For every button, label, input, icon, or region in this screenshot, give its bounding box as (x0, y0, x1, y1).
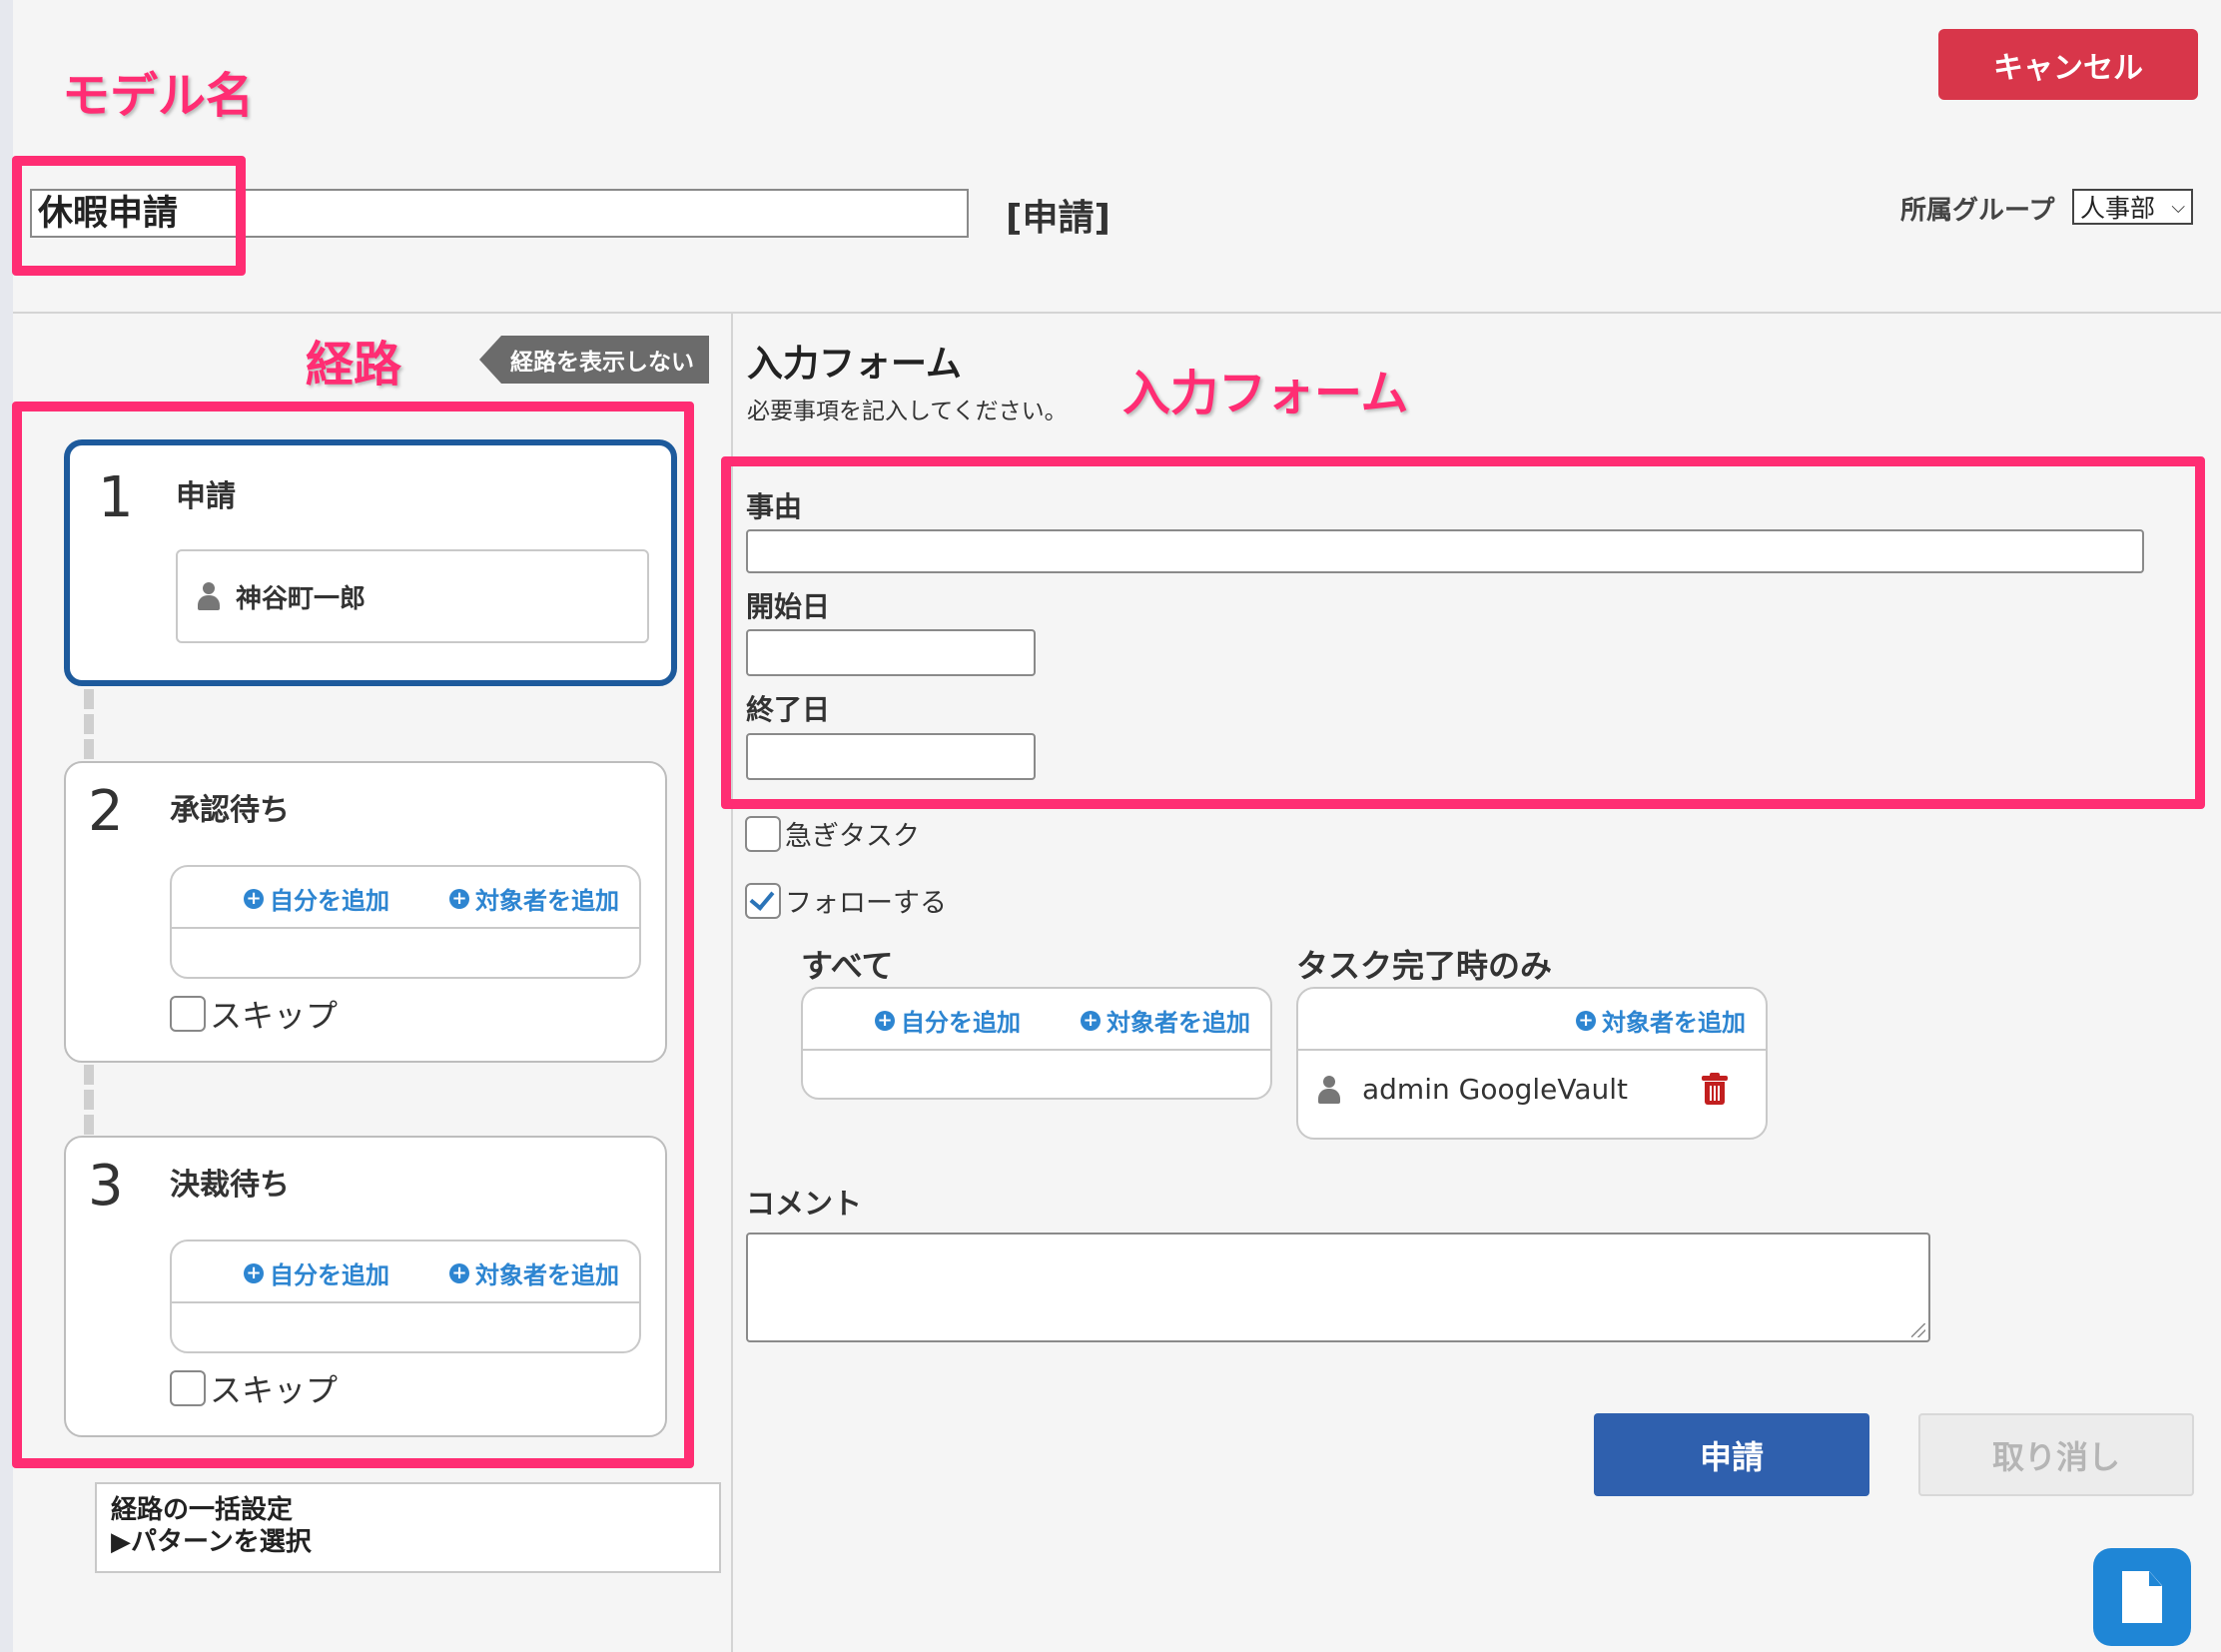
undo-button: 取り消し (1918, 1413, 2194, 1496)
urgent-option[interactable]: 急ぎタスク (745, 814, 920, 853)
add-self-link[interactable]: + 自分を追加 (875, 1003, 1021, 1038)
bulk-route-title: 経路の一括設定 (111, 1495, 294, 1525)
annotation-box-model-name (12, 156, 246, 276)
plus-circle-icon: + (449, 1262, 469, 1283)
urgent-checkbox[interactable] (745, 815, 781, 852)
person-icon (198, 582, 220, 610)
add-target-link[interactable]: + 対象者を追加 (1081, 1003, 1250, 1038)
route-step-2[interactable]: 2 承認待ち + 自分を追加 + 対象者を追加 スキップ (64, 761, 667, 1063)
trash-icon[interactable] (1702, 1073, 1728, 1105)
plus-circle-icon: + (1576, 1010, 1596, 1031)
reason-input[interactable] (746, 529, 2144, 573)
step-title: 決裁待ち (170, 1168, 290, 1203)
follow-label: フォローする (785, 888, 947, 919)
assignee-name: 神谷町一郎 (236, 583, 367, 614)
follow-done-title: タスク完了時のみ (1296, 947, 1553, 985)
plus-circle-icon: + (875, 1010, 895, 1031)
add-self-link[interactable]: + 自分を追加 (244, 881, 389, 916)
step-number: 3 (88, 1154, 124, 1219)
add-self-link[interactable]: + 自分を追加 (244, 1255, 389, 1290)
add-row: + 自分を追加 + 対象者を追加 (172, 867, 639, 929)
skip-checkbox[interactable] (170, 996, 206, 1032)
step-assignee-box: + 自分を追加 + 対象者を追加 (170, 1239, 641, 1353)
group-label: 所属グループ (1900, 196, 2055, 226)
annotation-model-name: モデル名 (62, 68, 255, 124)
comment-textarea[interactable] (746, 1233, 1930, 1342)
comment-label: コメント (746, 1187, 863, 1221)
annotation-input-form: 入力フォーム (1122, 366, 1409, 421)
add-target-link[interactable]: + 対象者を追加 (449, 881, 619, 916)
route-step-1[interactable]: 1 申請 神谷町一郎 (64, 439, 677, 686)
skip-label: スキップ (210, 1371, 339, 1409)
step-title: 承認待ち (170, 793, 290, 828)
step-assignee-box: + 自分を追加 + 対象者を追加 (170, 865, 641, 979)
skip-option[interactable]: スキップ (170, 991, 338, 1037)
add-target-link[interactable]: + 対象者を追加 (1576, 1003, 1746, 1038)
follow-checkbox[interactable] (745, 882, 781, 919)
step-connector (84, 1065, 94, 1135)
submit-button[interactable]: 申請 (1594, 1413, 1869, 1496)
document-button[interactable] (2093, 1548, 2191, 1646)
bulk-route-setting[interactable]: 経路の一括設定 ▶パターンを選択 (95, 1482, 721, 1573)
step-assignee: 神谷町一郎 (176, 549, 649, 643)
step-title: 申請 (176, 479, 236, 514)
add-row: + 自分を追加 + 対象者を追加 (803, 989, 1270, 1051)
end-date-label: 終了日 (746, 693, 831, 726)
follow-all-box: + 自分を追加 + 対象者を追加 (801, 987, 1272, 1100)
status-tag: [申請] (1006, 198, 1110, 239)
add-target-link[interactable]: + 対象者を追加 (449, 1255, 619, 1290)
start-date-label: 開始日 (746, 590, 831, 623)
skip-checkbox[interactable] (170, 1370, 206, 1406)
reason-label: 事由 (746, 490, 803, 523)
plus-circle-icon: + (244, 888, 264, 909)
step-number: 2 (88, 779, 124, 844)
step-number: 1 (98, 465, 134, 530)
header-divider (13, 312, 2221, 314)
add-row: + 対象者を追加 (1298, 989, 1766, 1051)
group-select[interactable]: 人事部 ⌵ (2072, 189, 2193, 225)
plus-circle-icon: + (449, 888, 469, 909)
add-row: + 自分を追加 + 対象者を追加 (172, 1241, 639, 1303)
skip-label: スキップ (210, 997, 339, 1035)
end-date-input[interactable] (746, 733, 1036, 780)
select-pattern-link[interactable]: ▶パターンを選択 (111, 1526, 705, 1558)
urgent-label: 急ぎタスク (785, 821, 920, 852)
route-step-3[interactable]: 3 決裁待ち + 自分を追加 + 対象者を追加 スキップ (64, 1136, 667, 1437)
group-select-value: 人事部 (2080, 194, 2156, 223)
annotation-route: 経路 (306, 337, 402, 393)
follow-all-title: すべて (801, 947, 894, 985)
plus-circle-icon: + (1081, 1010, 1101, 1031)
cancel-button[interactable]: キャンセル (1938, 29, 2198, 100)
resize-grip-icon[interactable] (1911, 1323, 1925, 1337)
skip-option[interactable]: スキップ (170, 1365, 338, 1411)
follow-member-name: admin GoogleVault (1362, 1073, 1629, 1106)
person-icon (1318, 1075, 1340, 1104)
start-date-input[interactable] (746, 629, 1036, 676)
document-icon (2122, 1571, 2162, 1623)
form-description: 必要事項を記入してください。 (747, 399, 1068, 424)
form-title: 入力フォーム (747, 344, 962, 385)
follow-done-box: + 対象者を追加 admin GoogleVault (1296, 987, 1768, 1140)
follow-member: admin GoogleVault (1318, 1073, 1628, 1106)
step-connector (84, 689, 94, 759)
chevron-down-icon: ⌵ (2171, 196, 2185, 218)
hide-route-button[interactable]: 経路を表示しない (479, 336, 709, 384)
plus-circle-icon: + (244, 1262, 264, 1283)
follow-option[interactable]: フォローする (745, 881, 947, 920)
